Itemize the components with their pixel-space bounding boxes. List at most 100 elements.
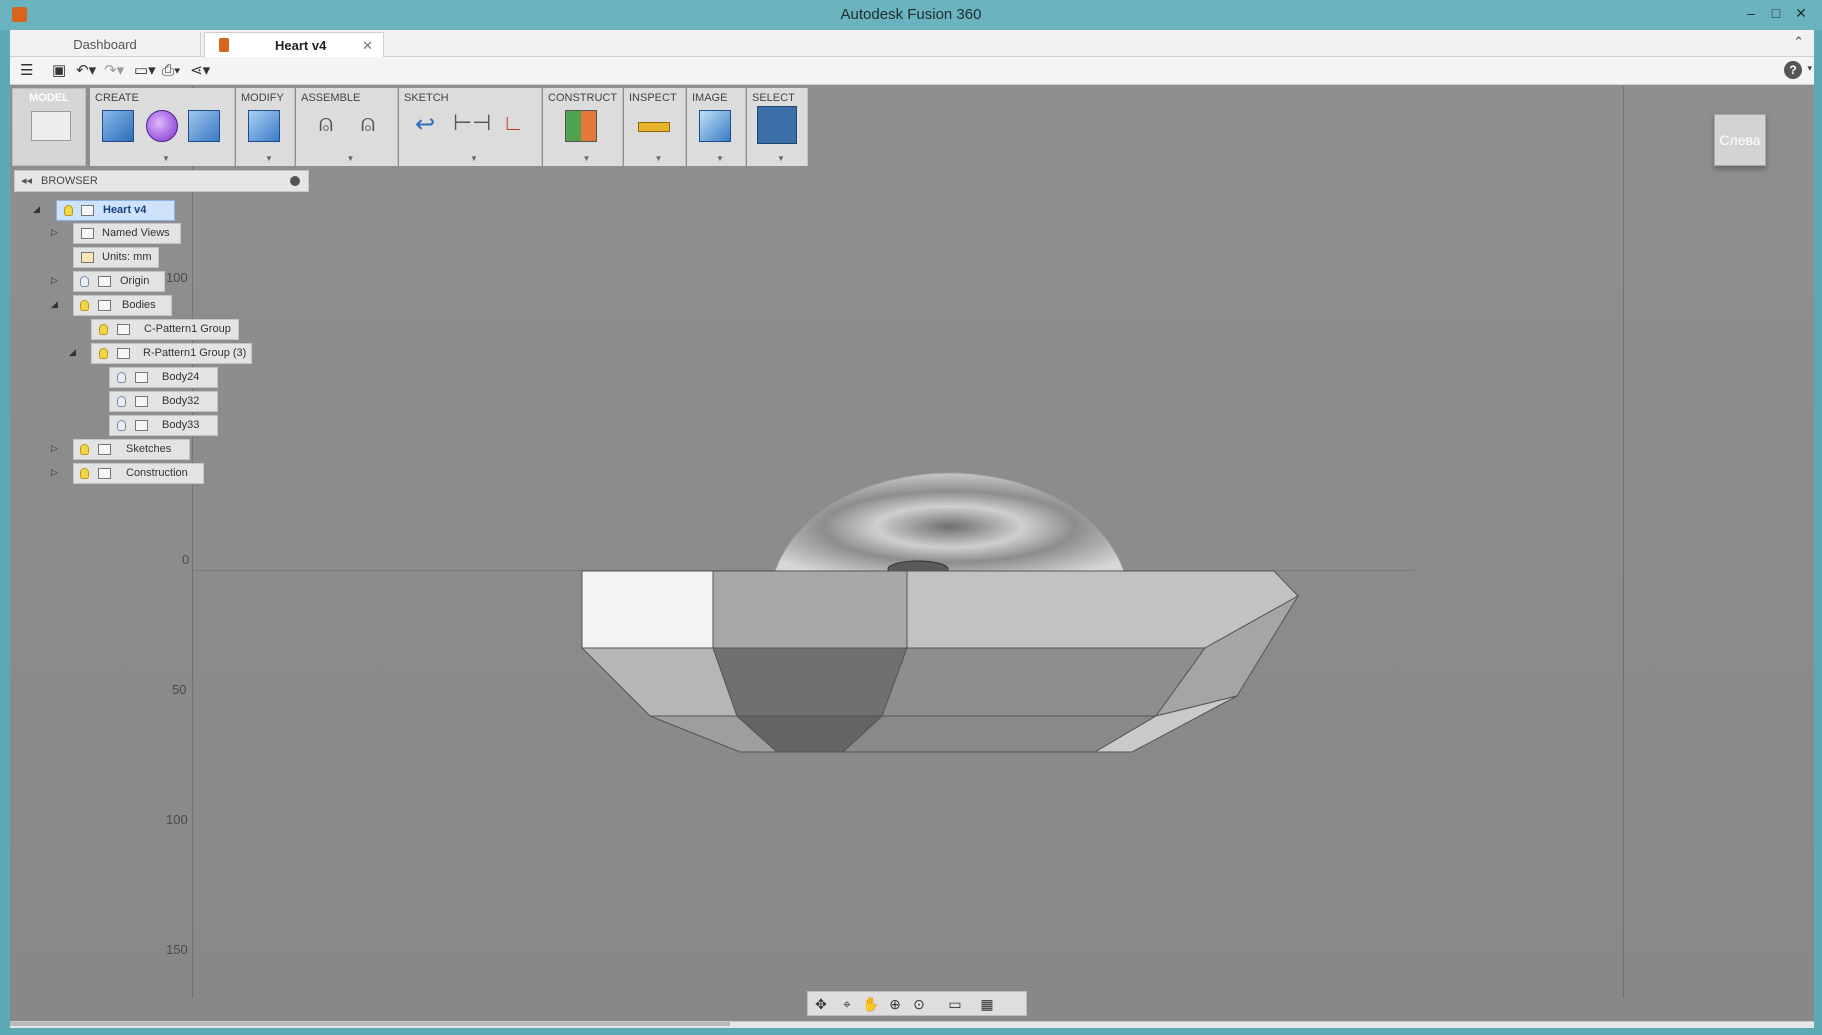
render-icon[interactable]: [699, 110, 731, 142]
tree-named-views[interactable]: Named Views: [73, 223, 181, 244]
select-window-icon[interactable]: [757, 106, 797, 144]
body-icon: [135, 372, 148, 383]
visibility-bulb-icon[interactable]: [117, 396, 126, 407]
maximize-icon[interactable]: □: [1763, 2, 1789, 24]
grid-settings-icon[interactable]: ▦: [978, 995, 996, 1013]
plane-icon[interactable]: [565, 110, 597, 142]
create-caret-icon[interactable]: ▼: [162, 154, 170, 163]
tab-dashboard[interactable]: Dashboard: [10, 32, 201, 57]
collapse-triangle-icon[interactable]: ◢: [33, 204, 40, 215]
tree-body32[interactable]: Body32: [109, 391, 218, 412]
measure-icon[interactable]: [638, 122, 670, 132]
visibility-bulb-icon[interactable]: [99, 348, 108, 359]
workspace-switcher[interactable]: MODEL: [12, 88, 86, 166]
image-group[interactable]: IMAGE ▼: [687, 88, 746, 166]
press-pull-icon[interactable]: [248, 110, 280, 142]
data-panel-icon[interactable]: ▭▾: [134, 60, 156, 82]
collapse-browser-icon[interactable]: ◂◂: [21, 174, 32, 187]
expand-triangle-icon[interactable]: ▷: [51, 467, 58, 478]
visibility-bulb-icon[interactable]: [80, 300, 89, 311]
tree-label: Heart v4: [103, 204, 147, 216]
view-cube[interactable]: Слева: [1714, 114, 1766, 166]
tree-root-heart-v4[interactable]: Heart v4: [56, 200, 175, 221]
collapse-triangle-icon[interactable]: ◢: [51, 299, 58, 310]
display-settings-icon[interactable]: ▭: [946, 995, 964, 1013]
expand-triangle-icon[interactable]: ▷: [51, 227, 58, 238]
assemble-caret-icon[interactable]: ▼: [347, 154, 355, 163]
face-mid-low[interactable]: [712, 647, 908, 717]
inspect-group[interactable]: INSPECT ▼: [624, 88, 686, 166]
close-window-icon[interactable]: ✕: [1788, 2, 1814, 24]
expand-triangle-icon[interactable]: ▷: [51, 443, 58, 454]
extrude-icon[interactable]: [188, 110, 220, 142]
tree-bodies[interactable]: Bodies: [73, 295, 172, 316]
dome-body[interactable]: [774, 472, 1125, 572]
inspect-caret-icon[interactable]: ▼: [655, 154, 663, 163]
visibility-bulb-icon[interactable]: [64, 205, 73, 216]
tab-heart-v4[interactable]: Heart v4 ✕: [204, 32, 384, 57]
share-icon[interactable]: ⋖▾: [190, 60, 210, 82]
sketch-caret-icon[interactable]: ▼: [470, 154, 478, 163]
timeline-scrollbar[interactable]: [10, 1022, 730, 1026]
assemble-label: ASSEMBLE: [301, 92, 361, 104]
redo-icon[interactable]: ↷▾: [104, 60, 124, 82]
image-caret-icon[interactable]: ▼: [716, 154, 724, 163]
close-tab-icon[interactable]: ✕: [362, 33, 373, 58]
construct-group[interactable]: CONSTRUCT ▼: [543, 88, 623, 166]
as-built-joint-icon[interactable]: ⍝: [352, 110, 384, 142]
select-caret-icon[interactable]: ▼: [777, 154, 785, 163]
select-group[interactable]: SELECT ▼: [747, 88, 808, 166]
tree-c-pattern1-group[interactable]: C-Pattern1 Group: [91, 319, 239, 340]
modify-caret-icon[interactable]: ▼: [265, 154, 273, 163]
joint-icon[interactable]: ⍝: [310, 110, 342, 142]
undo-icon[interactable]: ↶▾: [76, 60, 96, 82]
dimension-icon[interactable]: ⊢⊣: [453, 110, 491, 142]
menu-icon[interactable]: ☰: [20, 60, 33, 82]
modify-group[interactable]: MODIFY ▼: [236, 88, 295, 166]
pan-icon[interactable]: ✋: [862, 995, 880, 1013]
tree-origin[interactable]: Origin: [73, 271, 165, 292]
visibility-bulb-icon[interactable]: [99, 324, 108, 335]
tree-units[interactable]: Units: mm: [73, 247, 159, 268]
face-right-low[interactable]: [881, 647, 1206, 717]
visibility-bulb-icon[interactable]: [117, 372, 126, 383]
print-icon[interactable]: ⎙▾: [162, 60, 180, 82]
fit-icon[interactable]: ⊙: [910, 995, 928, 1013]
expand-triangle-icon[interactable]: ▷: [51, 275, 58, 286]
face-left-top[interactable]: [581, 570, 714, 649]
tree-r-pattern1-group[interactable]: R-Pattern1 Group (3): [91, 343, 252, 364]
visibility-bulb-icon[interactable]: [80, 276, 89, 287]
box-icon[interactable]: [102, 110, 134, 142]
look-at-icon[interactable]: ⌖: [838, 995, 856, 1013]
collapse-triangle-icon[interactable]: ◢: [69, 347, 76, 358]
help-caret-icon[interactable]: ▾: [1807, 63, 1812, 74]
face-left-low[interactable]: [580, 647, 738, 717]
sphere-icon[interactable]: [146, 110, 178, 142]
tree-body24[interactable]: Body24: [109, 367, 218, 388]
window-title: Autodesk Fusion 360: [840, 6, 982, 23]
save-icon[interactable]: ▣: [52, 60, 66, 82]
visibility-bulb-icon[interactable]: [117, 420, 126, 431]
face-mid-top[interactable]: [712, 570, 908, 649]
chevron-up-icon[interactable]: ⌃: [1793, 34, 1804, 50]
zoom-icon[interactable]: ⊕: [886, 995, 904, 1013]
tree-body33[interactable]: Body33: [109, 415, 218, 436]
orbit-icon[interactable]: ✥: [812, 995, 830, 1013]
heart-model[interactable]: [10, 86, 1814, 1028]
constraint-icon[interactable]: ∟: [497, 110, 529, 142]
tree-construction[interactable]: Construction: [73, 463, 204, 484]
sketch-group[interactable]: SKETCH ↩ ⊢⊣ ∟ ▼: [399, 88, 542, 166]
create-group[interactable]: CREATE ▼: [90, 88, 235, 166]
minimize-icon[interactable]: –: [1738, 2, 1764, 24]
construct-caret-icon[interactable]: ▼: [583, 154, 591, 163]
visibility-bulb-icon[interactable]: [80, 444, 89, 455]
tree-sketches[interactable]: Sketches: [73, 439, 190, 460]
folder-icon: [98, 468, 111, 479]
sketch-curve-icon[interactable]: ↩: [409, 110, 441, 142]
browser-panel-header[interactable]: ◂◂ BROWSER: [14, 170, 309, 192]
assemble-group[interactable]: ASSEMBLE ⍝ ⍝ ▼: [296, 88, 398, 166]
visibility-bulb-icon[interactable]: [80, 468, 89, 479]
help-icon[interactable]: ?: [1784, 61, 1802, 79]
pin-icon[interactable]: [290, 176, 300, 186]
3d-canvas[interactable]: 100 0 50 100 150 MODEL CREATE ▼ MODIFY ▼…: [10, 86, 1814, 1028]
